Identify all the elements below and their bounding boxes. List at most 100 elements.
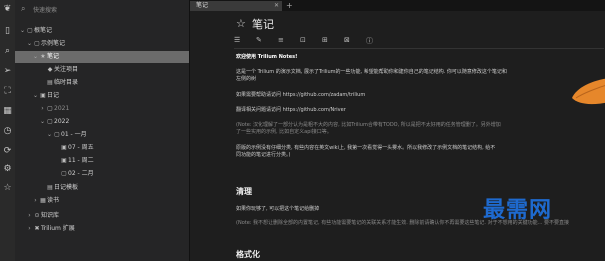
- tree-node-journal-template[interactable]: ▤日记模板: [39, 182, 78, 194]
- tree-node-root[interactable]: ⌄ ▢根笔记: [19, 25, 52, 37]
- close-tab-icon[interactable]: ✕: [274, 1, 279, 11]
- cleanup-line: 如果你玩够了, 可以把这个笔记给删掉: [236, 206, 320, 212]
- tree-node-label: 示例笔记: [41, 40, 66, 47]
- tree-node-notes[interactable]: ⌄ ★笔记: [15, 51, 189, 63]
- note-line-1: (Note: 汉化理解了一部分认为是粗不大的内容, 比如Trilium合带有TO…: [236, 122, 501, 128]
- collapse-icon[interactable]: ⌄: [32, 51, 39, 63]
- tab-bar: 笔记 ✕ +: [190, 0, 605, 11]
- leaf-decoration-icon: [572, 78, 605, 105]
- tree-node-label: 07 - 周五: [68, 144, 94, 151]
- tree-node-tuesday[interactable]: ▣11 - 周二: [53, 155, 94, 167]
- note-star-icon[interactable]: ☆: [236, 17, 246, 30]
- tree-node-february[interactable]: ▢02 - 二月: [53, 168, 94, 180]
- tree-node-label: 11 - 周二: [68, 157, 94, 164]
- expand-icon[interactable]: ›: [26, 210, 33, 222]
- note-icon: ▢: [47, 118, 53, 125]
- tree-node-january[interactable]: ⌄ ▢01 - 一月: [46, 129, 87, 141]
- note-icon: ▣: [61, 157, 67, 164]
- edit-icon[interactable]: ✎: [256, 36, 262, 44]
- intro-line-1: 这是一个 Trilium 的演示文档, 展示了Trilium的一些功能, 希望能…: [236, 69, 507, 75]
- expand-icon[interactable]: ›: [39, 103, 46, 115]
- intro-line-2: 左侧的树: [236, 76, 257, 82]
- tab-note[interactable]: 笔记 ✕: [190, 1, 282, 11]
- tree-node-label: 2022: [54, 118, 70, 125]
- bookmark-icon[interactable]: ☆: [2, 183, 13, 194]
- tree-node-label: 01 - 一月: [61, 131, 87, 138]
- note-icon: ▣: [61, 144, 67, 151]
- list-icon[interactable]: ≡: [278, 36, 284, 44]
- structure-line-2: 同功能的笔记进行分类。): [236, 152, 291, 158]
- note-icon: ▢: [47, 105, 53, 112]
- translation-line[interactable]: 翻译相关问题请访问 https://github.com/Nriver: [236, 107, 346, 114]
- tree-node-journal[interactable]: ⌄ ▣日记: [32, 90, 59, 102]
- watermark-text: 最需网: [483, 197, 553, 223]
- tree-node-label: 关注项目: [54, 66, 79, 73]
- quick-search: ⌕: [19, 4, 183, 16]
- tree-node-friday[interactable]: ▣07 - 周五: [53, 142, 94, 154]
- welcome-line: 欢迎使用 Trilium Notes!: [236, 54, 298, 60]
- tree-node-label: 日记模板: [54, 184, 79, 191]
- collapse-icon[interactable]: ⌄: [19, 25, 26, 37]
- calendar-icon[interactable]: ▦: [2, 106, 13, 117]
- sync-icon[interactable]: ⟳: [2, 146, 13, 157]
- expand-icon[interactable]: ›: [26, 223, 33, 235]
- structure-line-1: 原版的示例没有仔细分类, 有些内容在英文wiki上, 我第一次看觉得一头雾水。所…: [236, 145, 496, 151]
- table-of-contents-icon[interactable]: ☰: [234, 36, 240, 44]
- tree-node-label: 根笔记: [34, 27, 53, 34]
- note-icon: ▢: [27, 27, 33, 34]
- note-tree: ⌕ ⌄▢根笔记⌄▢示例笔记⌄★笔记◆关注项目▤临时目录⌄▣日记›▢2021⌄▢2…: [15, 0, 190, 261]
- new-note-icon[interactable]: ▯: [2, 26, 13, 37]
- note-icon: ★: [40, 53, 46, 60]
- jump-to-icon[interactable]: ➢: [2, 66, 13, 77]
- tree-node-label: Trilium 扩展: [41, 225, 75, 232]
- heading-cleanup: 清理: [236, 187, 252, 196]
- trilium-logo-icon[interactable]: ❦: [2, 4, 13, 15]
- note-map-icon[interactable]: ⛶: [2, 86, 13, 97]
- tree-node-knowledge-base[interactable]: › ⊙知识库: [26, 210, 59, 222]
- info-icon[interactable]: ⓘ: [366, 36, 373, 46]
- note-icon: ◆: [47, 66, 53, 73]
- quick-search-input[interactable]: [33, 4, 181, 16]
- search-icon[interactable]: ⌕: [2, 46, 13, 57]
- tree-node-label: 临时目录: [54, 79, 79, 86]
- note-icon: ▤: [47, 79, 53, 86]
- help-line[interactable]: 如果需要帮助请访问 https://github.com/zadam/trili…: [236, 92, 365, 99]
- tree-node-2021[interactable]: › ▢2021: [39, 103, 69, 115]
- lock-icon[interactable]: ⊡: [300, 36, 306, 44]
- tree-node-2022[interactable]: ⌄ ▢2022: [39, 116, 69, 128]
- collapse-icon[interactable]: ⌄: [26, 38, 33, 50]
- tab-label: 笔记: [196, 2, 209, 9]
- note-icon: ▢: [54, 131, 60, 138]
- tree-node-trilium-ext[interactable]: › ✖Trilium 扩展: [26, 223, 75, 235]
- new-tab-button[interactable]: +: [286, 0, 293, 11]
- note-icon: ▤: [47, 184, 53, 191]
- tree-node-label: 读书: [47, 197, 60, 204]
- tree-node-label: 2021: [54, 105, 70, 112]
- collapse-icon[interactable]: ⌄: [32, 90, 39, 102]
- toolbar-divider: [234, 48, 604, 49]
- expand-icon[interactable]: ›: [32, 195, 39, 207]
- launcher-bar: ❦ ▯ ⌕ ➢ ⛶ ▦ ◷ ⟳ ⚙ ☆: [0, 0, 15, 261]
- recent-changes-icon[interactable]: ◷: [2, 126, 13, 137]
- note-icon: ▣: [40, 92, 46, 99]
- note-icon: ▢: [34, 40, 40, 47]
- tree-node-books[interactable]: › ▦读书: [32, 195, 59, 207]
- note-icon: ▦: [40, 197, 46, 204]
- note-icon: ✖: [34, 225, 40, 232]
- tree-node-label: 笔记: [47, 53, 60, 60]
- settings-icon[interactable]: ⚙: [2, 164, 13, 175]
- note-icon: ⊙: [34, 212, 40, 219]
- note-icon: ▢: [61, 170, 67, 177]
- collapse-icon[interactable]: ⌄: [39, 116, 46, 128]
- tree-node-label: 02 - 二月: [68, 170, 94, 177]
- tree-node-inbox[interactable]: ▤临时目录: [39, 77, 78, 89]
- note-title[interactable]: 笔记: [252, 16, 274, 32]
- attachment-icon[interactable]: ⊠: [344, 36, 350, 44]
- book-icon[interactable]: ⊞: [322, 36, 328, 44]
- tree-node-label: 日记: [47, 92, 60, 99]
- tree-node-demo[interactable]: ⌄ ▢示例笔记: [26, 38, 65, 50]
- collapse-icon[interactable]: ⌄: [46, 129, 53, 141]
- tree-node-projects[interactable]: ◆ 关注项目: [39, 64, 78, 76]
- tree-node-label: 知识库: [41, 212, 60, 219]
- search-glass-icon: ⌕: [21, 4, 26, 13]
